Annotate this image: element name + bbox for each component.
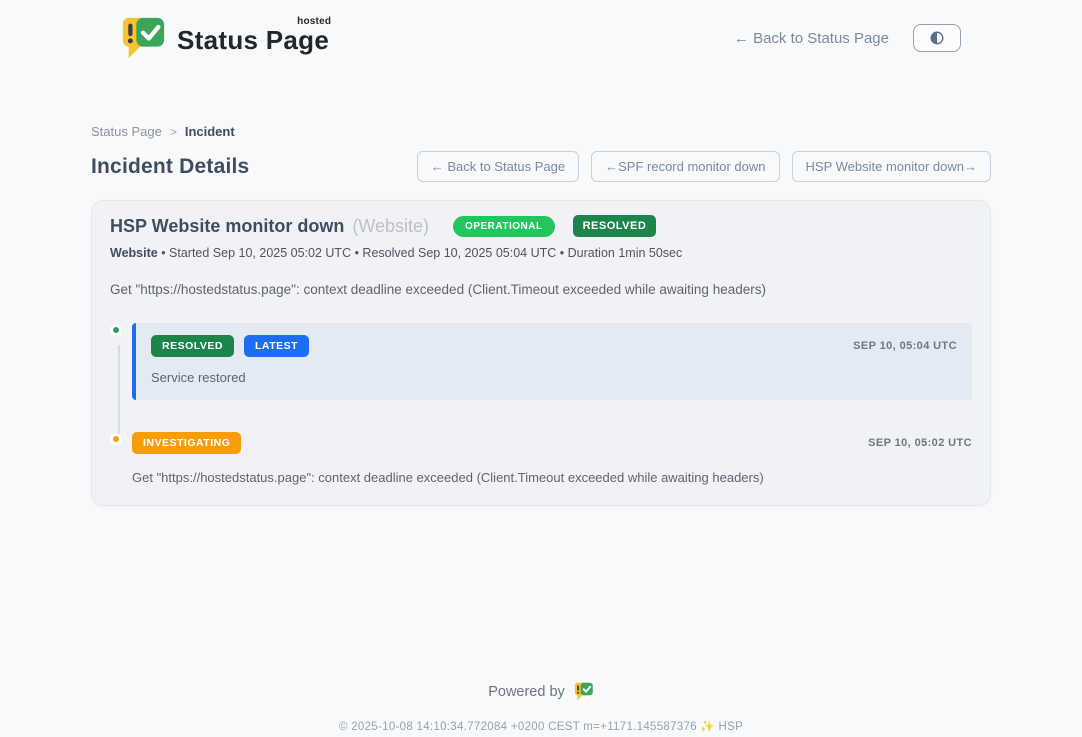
incident-title: HSP Website monitor down <box>110 216 344 237</box>
timeline-event-message: Service restored <box>151 370 957 385</box>
back-to-status-page-button[interactable]: ← Back to Status Page <box>417 151 579 182</box>
page-title: Incident Details <box>91 155 249 179</box>
brand-logo[interactable]: Status Page hosted <box>121 14 329 62</box>
title-row: Incident Details ← Back to Status Page ←… <box>91 151 991 182</box>
timeline-event-resolved: RESOLVED LATEST SEP 10, 05:04 UTC Servic… <box>110 323 972 400</box>
investigating-badge: INVESTIGATING <box>132 432 241 454</box>
theme-toggle-button[interactable] <box>913 24 961 52</box>
incident-component: (Website) <box>352 216 429 237</box>
incident-card-header: HSP Website monitor down (Website) OPERA… <box>110 215 972 237</box>
incident-card: HSP Website monitor down (Website) OPERA… <box>91 200 991 506</box>
breadcrumb-separator: > <box>170 125 177 139</box>
incident-nav-buttons: ← Back to Status Page ←SPF record monito… <box>417 151 991 182</box>
timeline-event-investigating: INVESTIGATING SEP 10, 05:02 UTC Get "htt… <box>110 432 972 485</box>
timeline-event-card: INVESTIGATING SEP 10, 05:02 UTC Get "htt… <box>132 432 972 485</box>
incident-description: Get "https://hostedstatus.page": context… <box>110 282 972 297</box>
header-actions: ← Back to Status Page <box>734 24 961 52</box>
timeline-dot-green <box>110 324 122 336</box>
timeline-event-timestamp: SEP 10, 05:04 UTC <box>853 340 957 352</box>
brand-name: Status Page hosted <box>177 25 329 62</box>
footer-logo-icon[interactable] <box>574 681 594 702</box>
timeline-event-badges: RESOLVED LATEST <box>151 335 309 357</box>
breadcrumb: Status Page > Incident <box>91 124 991 139</box>
timeline-event-head: RESOLVED LATEST SEP 10, 05:04 UTC <box>151 335 957 357</box>
operational-status-badge: OPERATIONAL <box>453 216 555 237</box>
breadcrumb-status-page[interactable]: Status Page <box>91 124 162 139</box>
brand-tag: hosted <box>297 16 331 27</box>
resolved-state-badge: RESOLVED <box>573 215 657 237</box>
powered-by-label: Powered by <box>488 684 565 700</box>
breadcrumb-incident: Incident <box>185 124 235 139</box>
copyright-line: © 2025-10-08 14:10:34.772084 +0200 CEST … <box>0 719 1082 733</box>
incident-meta-text: • Started Sep 10, 2025 05:02 UTC • Resol… <box>161 246 682 260</box>
incident-meta: Website • Started Sep 10, 2025 05:02 UTC… <box>110 246 972 260</box>
incident-timeline: RESOLVED LATEST SEP 10, 05:04 UTC Servic… <box>110 323 972 485</box>
latest-badge: LATEST <box>244 335 309 357</box>
prev-incident-button[interactable]: ←SPF record monitor down <box>591 151 779 182</box>
back-to-status-page-link[interactable]: ← Back to Status Page <box>734 30 889 47</box>
resolved-badge: RESOLVED <box>151 335 234 357</box>
header: Status Page hosted ← Back to Status Page <box>91 0 991 62</box>
status-page-logo-icon <box>121 14 167 62</box>
timeline-event-timestamp: SEP 10, 05:02 UTC <box>868 437 972 449</box>
timeline-dot-orange <box>110 433 122 445</box>
timeline-event-card: RESOLVED LATEST SEP 10, 05:04 UTC Servic… <box>132 323 972 400</box>
timeline-event-message: Get "https://hostedstatus.page": context… <box>132 470 972 485</box>
powered-by: Powered by <box>0 681 1082 702</box>
timeline-event-badges: INVESTIGATING <box>132 432 241 454</box>
timeline-event-head: INVESTIGATING SEP 10, 05:02 UTC <box>132 432 972 454</box>
incident-meta-component: Website <box>110 246 158 260</box>
half-moon-contrast-icon <box>929 30 945 46</box>
next-incident-button[interactable]: HSP Website monitor down→ <box>792 151 991 182</box>
